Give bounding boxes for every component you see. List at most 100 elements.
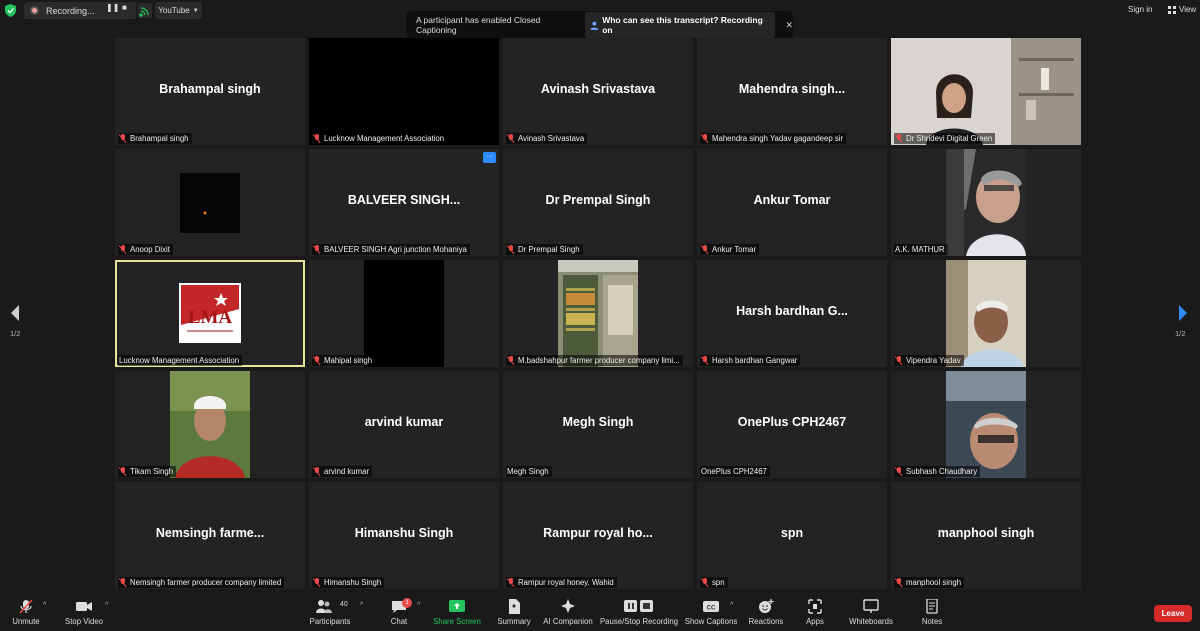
caption-notification-banner: A participant has enabled Closed Caption…	[406, 11, 793, 39]
participants-icon	[316, 600, 332, 613]
participant-tile[interactable]: Mahipal singh	[309, 260, 499, 367]
participant-tile-active-speaker[interactable]: LMA Lucknow Management Association	[115, 260, 305, 367]
notes-icon	[926, 599, 938, 614]
participant-name-tag: A.K. MATHUR	[894, 244, 948, 255]
participant-display-name: manphool singh	[937, 526, 1035, 540]
participant-label: A.K. MATHUR	[895, 245, 945, 254]
participant-tile[interactable]: Nemsingh farme... Nemsingh farmer produc…	[115, 482, 305, 589]
participant-display-name: Brahampal singh	[159, 82, 261, 96]
participant-label: Dr Prempal Singh	[518, 245, 580, 254]
participant-tile[interactable]: Harsh bardhan G... Harsh bardhan Gangwar	[697, 260, 887, 367]
participant-display-name: Himanshu Singh	[354, 526, 454, 540]
stop-recording-icon[interactable]: ■	[122, 3, 127, 12]
video-options-chevron-icon[interactable]: ^	[105, 602, 108, 609]
participant-label: manphool singh	[906, 578, 962, 587]
participant-tile[interactable]: spn spn	[697, 482, 887, 589]
ai-sparkle-icon	[561, 599, 575, 613]
transcript-link-label: Who can see this transcript? Recording o…	[602, 15, 763, 35]
leave-button[interactable]: Leave	[1154, 605, 1192, 622]
participant-tile[interactable]: Dr Prempal Singh Dr Prempal Singh	[503, 149, 693, 256]
participant-tile[interactable]: Anoop Dixit	[115, 149, 305, 256]
participant-name-tag: Anoop Dixit	[118, 244, 173, 255]
participants-label: Participants	[309, 617, 351, 626]
participant-tile[interactable]: M.badshahpur farmer producer company lim…	[503, 260, 693, 367]
participant-tile[interactable]: Himanshu Singh Himanshu Singh	[309, 482, 499, 589]
participant-tile[interactable]: manphool singh manphool singh	[891, 482, 1081, 589]
previous-page-icon[interactable]	[8, 304, 22, 322]
mic-muted-icon	[19, 599, 33, 614]
pause-recording-icon[interactable]: ❚❚	[106, 3, 119, 12]
participant-name-tag: Lucknow Management Association	[312, 133, 448, 144]
mic-muted-icon	[313, 134, 321, 143]
mic-muted-icon	[119, 467, 127, 476]
pause-stop-icon	[624, 600, 653, 612]
participant-video	[180, 173, 240, 233]
logo-text: LMA	[188, 307, 233, 328]
participant-tile[interactable]: Lucknow Management Association	[309, 38, 499, 145]
apps-button[interactable]: Apps	[800, 595, 830, 631]
participant-tile[interactable]: Ankur Tomar Ankur Tomar	[697, 149, 887, 256]
participants-options-chevron-icon[interactable]: ^	[360, 602, 363, 609]
participants-count: 40	[340, 601, 348, 608]
mic-muted-icon	[895, 467, 903, 476]
pause-stop-recording-button[interactable]: Pause/Stop Recording	[600, 595, 678, 631]
participant-label: Dr Shridevi Digital Green	[906, 134, 993, 143]
participant-display-name: Avinash Srivastava	[540, 82, 656, 96]
live-stream-icon[interactable]	[138, 3, 152, 18]
participant-tile[interactable]: Subhash Chaudhary	[891, 371, 1081, 478]
close-icon[interactable]: ✕	[785, 20, 793, 31]
participant-tile[interactable]: Dr Shridevi Digital Green	[891, 38, 1081, 145]
participant-tile[interactable]: OnePlus CPH2467 OnePlus CPH2467	[697, 371, 887, 478]
stop-video-button[interactable]: Stop Video	[62, 595, 106, 631]
captions-options-chevron-icon[interactable]: ^	[730, 602, 733, 609]
participant-tile[interactable]: Megh Singh Megh Singh	[503, 371, 693, 478]
participant-video	[946, 260, 1026, 367]
more-options-icon[interactable]: ···	[483, 152, 496, 163]
participant-label: Avinash Srivastava	[518, 134, 585, 143]
chat-options-chevron-icon[interactable]: ^	[417, 602, 420, 609]
audio-options-chevron-icon[interactable]: ^	[43, 602, 46, 609]
view-button[interactable]: View	[1168, 5, 1196, 14]
participants-button[interactable]: 40 Participants	[308, 595, 352, 631]
chat-button[interactable]: 1 Chat	[382, 595, 416, 631]
participant-tile[interactable]: Rampur royal ho... Rampur royal honey. W…	[503, 482, 693, 589]
security-shield-icon[interactable]	[5, 4, 16, 17]
reactions-button[interactable]: Reactions	[748, 595, 784, 631]
participant-label: OnePlus CPH2467	[701, 467, 767, 476]
participant-name-tag: Tikam Singh	[118, 466, 177, 477]
show-captions-button[interactable]: CC Show Captions	[685, 595, 737, 631]
chevron-down-icon: ▼	[192, 7, 199, 14]
youtube-stream-button[interactable]: YouTube ▼	[155, 2, 202, 19]
chat-unread-badge: 1	[402, 598, 412, 608]
whiteboards-button[interactable]: Whiteboards	[848, 595, 894, 631]
transcript-info-link[interactable]: Who can see this transcript? Recording o…	[585, 12, 776, 38]
summary-button[interactable]: Summary	[494, 595, 534, 631]
participant-display-name: Harsh bardhan G...	[736, 304, 848, 318]
notes-label: Notes	[921, 617, 943, 626]
participant-name-tag: Himanshu Singh	[312, 577, 385, 588]
participant-tile[interactable]: ··· BALVEER SINGH... BALVEER SINGH Agri …	[309, 149, 499, 256]
participant-tile[interactable]: Vipendra Yadav	[891, 260, 1081, 367]
participant-name-tag: Lucknow Management Association	[118, 355, 243, 366]
participant-tile[interactable]: Tikam Singh	[115, 371, 305, 478]
mic-muted-icon	[895, 134, 903, 143]
participant-tile[interactable]: Avinash Srivastava Avinash Srivastava	[503, 38, 693, 145]
page-indicator-left: 1/2	[10, 329, 21, 338]
ai-companion-button[interactable]: AI Companion	[542, 595, 594, 631]
notes-button[interactable]: Notes	[916, 595, 948, 631]
share-screen-button[interactable]: Share Screen	[433, 595, 481, 631]
video-camera-icon	[76, 602, 92, 611]
unmute-button[interactable]: Unmute	[6, 595, 46, 631]
participant-name-tag: M.badshahpur farmer producer company lim…	[506, 355, 683, 366]
mic-muted-icon	[313, 245, 321, 254]
participant-label: Vipendra Yadav	[906, 356, 961, 365]
participant-tile[interactable]: A.K. MATHUR	[891, 149, 1081, 256]
participant-tile[interactable]: Mahendra singh... Mahendra singh Yadav g…	[697, 38, 887, 145]
participant-tile[interactable]: Brahampal singh Brahampal singh	[115, 38, 305, 145]
next-page-icon[interactable]	[1176, 304, 1190, 322]
participant-tile[interactable]: arvind kumar arvind kumar	[309, 371, 499, 478]
participant-video	[170, 371, 250, 478]
sign-in-link[interactable]: Sign in	[1128, 5, 1152, 14]
grid-view-icon	[1168, 5, 1176, 14]
mic-muted-icon	[119, 134, 127, 143]
